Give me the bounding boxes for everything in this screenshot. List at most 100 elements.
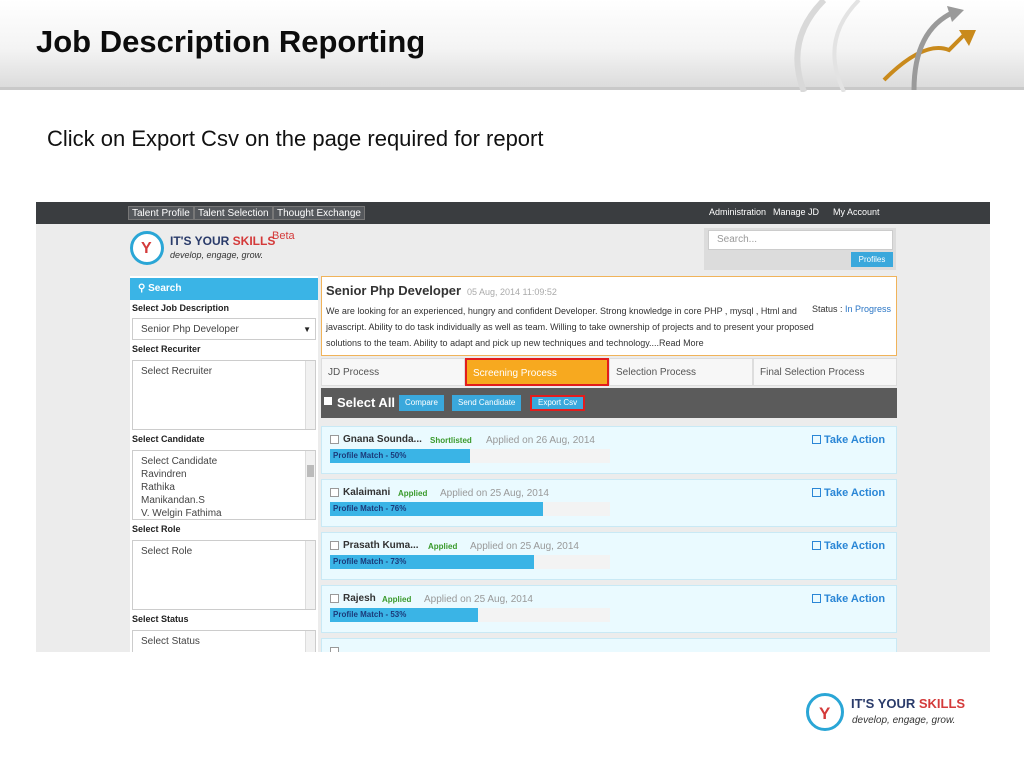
job-card: Senior Php Developer 05 Aug, 2014 11:09:…	[321, 276, 897, 356]
take-action-button[interactable]: Take Action	[812, 540, 885, 552]
profile-match-label: Profile Match - 73%	[333, 557, 407, 566]
candidate-checkbox[interactable]	[330, 435, 339, 444]
job-status-value: In Progress	[845, 304, 892, 314]
profile-match-label: Profile Match - 76%	[333, 504, 407, 513]
role-list[interactable]: Select Role	[132, 540, 316, 610]
candidate-applied: Applied on 25 Aug, 2014	[470, 541, 579, 552]
logo-accent: SKILLS	[232, 234, 276, 248]
export-csv-button[interactable]: Export Csv	[530, 395, 586, 411]
tab-screening-process[interactable]: Screening Process	[465, 358, 609, 386]
candidate-label: Select Candidate	[132, 434, 205, 444]
job-title[interactable]: Senior Php Developer	[326, 283, 461, 298]
profile-match-label: Profile Match - 53%	[333, 610, 407, 619]
process-tabs: JD Process Screening Process Selection P…	[321, 358, 897, 386]
footer-logo-accent: SKILLS	[918, 696, 966, 711]
select-all-checkbox[interactable]	[324, 397, 332, 405]
status-label: Select Status	[132, 614, 189, 624]
candidate-status: Shortlisted	[430, 436, 472, 445]
scrollbar[interactable]	[305, 361, 315, 429]
candidate-checkbox[interactable]	[330, 594, 339, 603]
growth-arrow-icon	[794, 0, 976, 92]
footer-logo-tagline: develop, engage, grow.	[852, 715, 956, 726]
take-action-label: Take Action	[824, 593, 886, 605]
job-status: Status : In Progress	[812, 304, 891, 314]
recruiter-list[interactable]: Select Recruiter	[132, 360, 316, 430]
profile-match-bar: Profile Match - 53%	[330, 608, 610, 622]
candidate-status: Applied	[398, 489, 428, 498]
tab-final-selection-process[interactable]: Final Selection Process	[753, 358, 897, 386]
list-item[interactable]: V. Welgin Fathima	[141, 507, 307, 520]
list-item[interactable]: Select Recruiter	[141, 365, 307, 378]
recruiter-label: Select Recuriter	[132, 344, 201, 354]
candidate-row: Kalaimani Applied Applied on 25 Aug, 201…	[321, 479, 897, 527]
take-action-button[interactable]: Take Action	[812, 593, 885, 605]
job-selected: Senior Php Developer	[141, 324, 239, 335]
slide: Job Description Reporting Click on Expor…	[0, 0, 1024, 768]
checklist-icon	[812, 594, 821, 603]
search-button[interactable]: ⚲ Search	[130, 278, 318, 300]
logo-tagline: develop, engage, grow.	[170, 250, 264, 260]
list-item[interactable]: Ravindren	[141, 468, 307, 481]
nav-manage-jd[interactable]: Manage JD	[773, 207, 819, 217]
candidate-applied: Applied on 25 Aug, 2014	[424, 594, 533, 605]
candidate-applied: Applied on 25 Aug, 2014	[440, 488, 549, 499]
list-item[interactable]: Manikandan.S	[141, 494, 307, 507]
instruction-text: Click on Export Csv on the page required…	[47, 126, 544, 151]
nav-my-account[interactable]: My Account	[833, 207, 880, 217]
scrollbar[interactable]	[305, 541, 315, 609]
nav-talent-profile[interactable]: Talent Profile	[128, 206, 194, 220]
checklist-icon	[812, 541, 821, 550]
list-item[interactable]: Rathika	[141, 481, 307, 494]
top-nav: Talent Profile Talent Selection Thought …	[36, 202, 990, 224]
logo-icon: Y	[806, 693, 844, 731]
logo-beta: Beta	[272, 230, 295, 242]
search-input[interactable]: Search...	[708, 230, 893, 250]
nav-talent-selection[interactable]: Talent Selection	[194, 206, 273, 220]
filter-sidebar: ⚲ Search Select Job Description Senior P…	[130, 276, 318, 652]
list-item[interactable]: Select Role	[141, 545, 307, 558]
search-label: Search	[148, 283, 182, 294]
job-description-select[interactable]: Senior Php Developer ▼	[132, 318, 316, 340]
candidate-name[interactable]: Rajesh	[343, 593, 376, 604]
scroll-thumb[interactable]	[307, 465, 314, 477]
profile-match-label: Profile Match - 50%	[333, 451, 407, 460]
job-description: We are looking for an experienced, hungr…	[326, 306, 814, 348]
take-action-button[interactable]: Take Action	[812, 434, 885, 446]
candidate-status: Applied	[382, 595, 412, 604]
app-screenshot: Talent Profile Talent Selection Thought …	[36, 202, 990, 652]
status-list[interactable]: Select Status	[132, 630, 316, 652]
list-item[interactable]: Select Status	[141, 635, 307, 648]
compare-button[interactable]: Compare	[399, 395, 444, 411]
candidate-checkbox[interactable]	[330, 541, 339, 550]
candidate-name[interactable]: Gnana Sounda...	[343, 434, 422, 445]
take-action-button[interactable]: Take Action	[812, 487, 885, 499]
nav-thought-exchange[interactable]: Thought Exchange	[273, 206, 365, 220]
footer-logo-main: IT'S YOUR	[851, 696, 919, 711]
candidate-row: Rajesh Applied Applied on 25 Aug, 2014 T…	[321, 585, 897, 633]
candidate-name[interactable]: Kalaimani	[343, 487, 390, 498]
candidate-name[interactable]: Prasath Kuma...	[343, 540, 419, 551]
list-item[interactable]: Select Candidate	[141, 455, 307, 468]
candidate-checkbox[interactable]	[330, 647, 339, 652]
take-action-label: Take Action	[824, 540, 886, 552]
candidate-list[interactable]: Select Candidate Ravindren Rathika Manik…	[132, 450, 316, 520]
job-date: 05 Aug, 2014 11:09:52	[467, 287, 557, 297]
scrollbar[interactable]	[305, 451, 315, 519]
candidate-applied: Applied on 26 Aug, 2014	[486, 435, 595, 446]
candidate-row: Prasath Kuma... Applied Applied on 25 Au…	[321, 532, 897, 580]
logo-icon: Y	[130, 231, 164, 265]
candidate-status: Applied	[428, 542, 458, 551]
nav-administration[interactable]: Administration	[709, 207, 766, 217]
logo-main: IT'S YOUR	[170, 234, 233, 248]
select-all-label[interactable]: Select All	[337, 395, 395, 410]
profiles-button[interactable]: Profiles	[851, 252, 893, 267]
slide-title: Job Description Reporting	[36, 24, 426, 59]
tab-jd-process[interactable]: JD Process	[321, 358, 465, 386]
footer-logo-text: IT'S YOUR SKILLS	[851, 696, 965, 711]
candidate-checkbox[interactable]	[330, 488, 339, 497]
candidate-row: Gnana Sounda... Shortlisted Applied on 2…	[321, 426, 897, 474]
scrollbar[interactable]	[305, 631, 315, 652]
checklist-icon	[812, 488, 821, 497]
tab-selection-process[interactable]: Selection Process	[609, 358, 753, 386]
send-candidate-button[interactable]: Send Candidate	[452, 395, 522, 411]
